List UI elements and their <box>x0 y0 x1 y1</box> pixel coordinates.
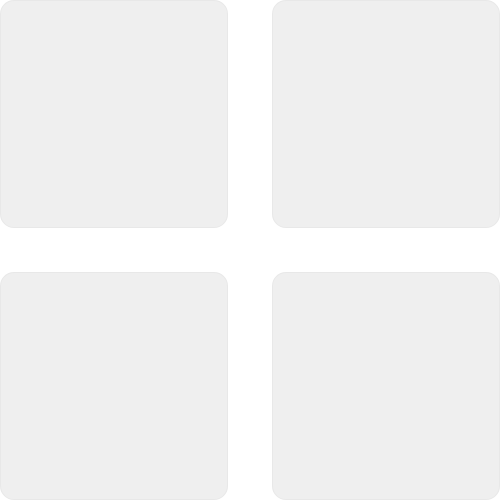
grid-tile-bottom-left <box>0 272 228 500</box>
grid-tile-top-right <box>272 0 500 228</box>
grid-tile-bottom-right <box>272 272 500 500</box>
grid-tile-top-left <box>0 0 228 228</box>
grid-view-icon <box>0 0 500 500</box>
